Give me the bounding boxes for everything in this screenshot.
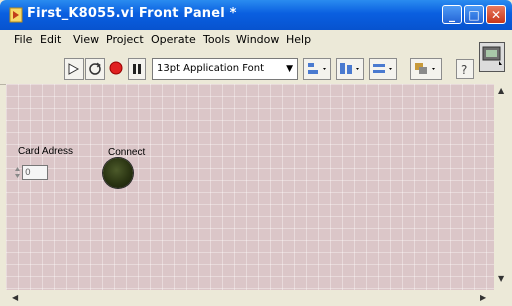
scroll-down-arrow-icon[interactable]: ▼ bbox=[498, 274, 504, 283]
front-panel-canvas[interactable] bbox=[6, 84, 494, 290]
increment-decrement-icon[interactable] bbox=[14, 165, 21, 180]
menu-file[interactable]: File bbox=[14, 33, 32, 46]
horizontal-scrollbar[interactable]: ◀ ▶ bbox=[0, 290, 512, 306]
menu-window[interactable]: Window bbox=[236, 33, 279, 46]
reorder-icon bbox=[415, 63, 435, 74]
labview-app-icon[interactable] bbox=[9, 7, 23, 23]
svg-text:?: ? bbox=[461, 63, 467, 77]
resize-objects-icon bbox=[373, 64, 392, 73]
scroll-left-arrow-icon[interactable]: ◀ bbox=[12, 293, 18, 302]
menu-project[interactable]: Project bbox=[106, 33, 144, 46]
title-bar: First_K8055.vi Front Panel * _ □ ✕ bbox=[0, 0, 512, 30]
menu-tools[interactable]: Tools bbox=[203, 33, 230, 46]
menu-help[interactable]: Help bbox=[286, 33, 311, 46]
abort-stop-icon bbox=[109, 61, 123, 75]
reorder-button[interactable] bbox=[410, 58, 442, 80]
run-continuously-icon bbox=[89, 62, 101, 75]
abort-button[interactable] bbox=[107, 58, 127, 80]
connect-led-indicator[interactable] bbox=[103, 158, 133, 188]
window-title: First_K8055.vi Front Panel * bbox=[27, 6, 237, 21]
distribute-objects-button[interactable] bbox=[336, 58, 364, 80]
vi-connector-icon[interactable] bbox=[479, 42, 505, 72]
distribute-objects-icon bbox=[340, 63, 359, 74]
connect-label: Connect bbox=[108, 147, 146, 158]
labview-window: First_K8055.vi Front Panel * _ □ ✕ File … bbox=[0, 0, 512, 306]
menu-operate[interactable]: Operate bbox=[151, 33, 196, 46]
vi-icon bbox=[482, 46, 502, 65]
align-objects-icon bbox=[308, 63, 326, 74]
align-objects-button[interactable] bbox=[303, 58, 331, 80]
run-arrow-button[interactable] bbox=[64, 58, 84, 80]
run-continuously-button[interactable] bbox=[85, 58, 105, 80]
minimize-button[interactable]: _ bbox=[442, 5, 462, 24]
font-select-label: 13pt Application Font bbox=[157, 63, 264, 74]
help-question-icon: ? bbox=[461, 63, 467, 77]
scroll-up-arrow-icon[interactable]: ▲ bbox=[498, 86, 504, 95]
resize-objects-button[interactable] bbox=[369, 58, 397, 80]
run-arrow-icon bbox=[68, 63, 80, 75]
card-address-control[interactable]: 0 bbox=[14, 165, 48, 181]
context-help-button[interactable]: ? bbox=[456, 59, 474, 79]
menu-edit[interactable]: Edit bbox=[40, 33, 61, 46]
vertical-scrollbar[interactable]: ▲ ▼ bbox=[494, 84, 512, 290]
maximize-button[interactable]: □ bbox=[464, 5, 484, 24]
close-button[interactable]: ✕ bbox=[486, 5, 506, 24]
menu-view[interactable]: View bbox=[73, 33, 99, 46]
menu-bar: File Edit View Project Operate Tools Win… bbox=[0, 30, 512, 50]
card-address-label: Card Adress bbox=[18, 146, 74, 157]
pause-icon bbox=[133, 64, 141, 74]
scroll-right-arrow-icon[interactable]: ▶ bbox=[480, 293, 486, 302]
font-select[interactable]: 13pt Application Font ▼ bbox=[152, 58, 298, 80]
pause-button[interactable] bbox=[128, 58, 146, 80]
chevron-down-icon: ▼ bbox=[286, 64, 293, 74]
card-address-input[interactable]: 0 bbox=[22, 165, 48, 180]
